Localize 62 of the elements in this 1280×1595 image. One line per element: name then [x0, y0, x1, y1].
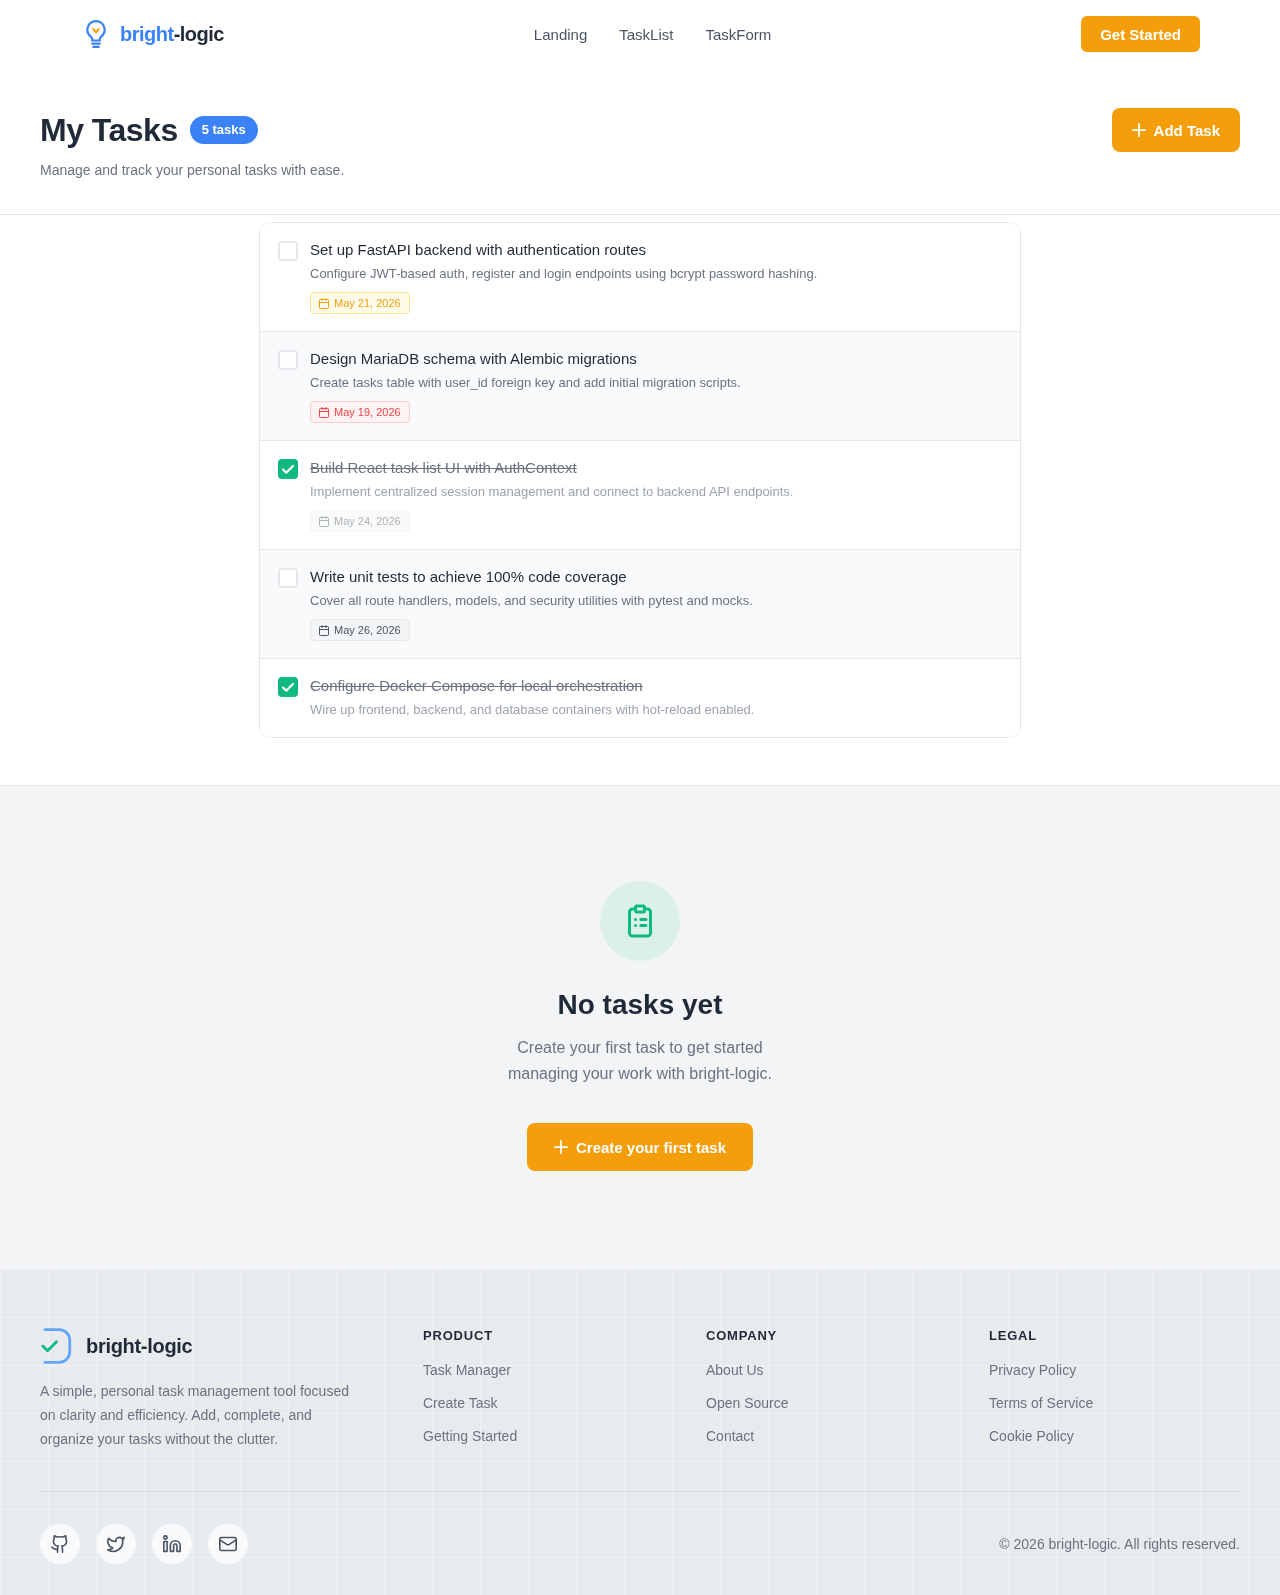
footer-link[interactable]: Cookie Policy [989, 1426, 1074, 1446]
linkedin-icon [163, 1535, 181, 1553]
task-title: Build React task list UI with AuthContext [310, 458, 577, 478]
footer-link[interactable]: Getting Started [423, 1426, 518, 1446]
check-logo-icon [40, 1328, 72, 1364]
clipboard-icon [600, 881, 680, 961]
create-first-task-button[interactable]: Create your first task [526, 1123, 754, 1171]
checkmark-icon [282, 464, 294, 474]
calendar-icon [319, 297, 329, 309]
empty-state-message: Create your first task to get started managing your work with bright-logic. [506, 1038, 774, 1084]
calendar-icon [319, 406, 329, 418]
task-count-badge: 5 tasks [189, 116, 258, 144]
footer-brand-name: bright-logic [86, 1334, 193, 1358]
nav-link[interactable]: TaskList [619, 25, 674, 43]
twitter-icon [107, 1535, 125, 1553]
social-button[interactable] [40, 1524, 80, 1564]
due-date: May 26, 2026 [334, 624, 401, 636]
footer-link[interactable]: Task Manager [423, 1360, 511, 1380]
task-description: Implement centralized session management and connect to backend API endpoints. [310, 483, 794, 501]
task-checkbox[interactable] [278, 677, 298, 697]
social-button[interactable] [208, 1524, 248, 1564]
social-button[interactable] [152, 1524, 192, 1564]
footer-heading: COMPANY [706, 1328, 778, 1344]
footer-link[interactable]: Contact [706, 1426, 755, 1446]
footer-link[interactable]: Privacy Policy [989, 1360, 1077, 1380]
lightbulb-icon [86, 20, 106, 48]
task-description: Cover all route handlers, models, and security utilities with pytest and mocks. [310, 592, 753, 610]
due-date: May 24, 2026 [334, 515, 401, 527]
empty-state-title: No tasks yet [557, 988, 723, 1022]
nav-link[interactable]: Landing [533, 25, 588, 43]
copyright-text: © 2026 bright-logic. All rights reserved. [999, 1536, 1240, 1552]
task-checkbox[interactable] [278, 459, 298, 479]
footer-link[interactable]: Open Source [706, 1393, 789, 1413]
footer-heading: PRODUCT [423, 1328, 493, 1344]
task-description: Configure JWT-based auth, register and login endpoints using bcrypt password hashing. [310, 265, 818, 283]
social-button[interactable] [96, 1524, 136, 1564]
page-title: My Tasks [40, 111, 178, 150]
task-title: Write unit tests to achieve 100% code coverage [310, 567, 627, 587]
footer-description: A simple, personal task management tool focused on clarity and efficiency. Add, complete, and organize your tasks without the clutter. [40, 1382, 350, 1449]
due-date: May 19, 2026 [334, 406, 401, 418]
footer-link[interactable]: Create Task [423, 1393, 498, 1413]
page-subtitle: Manage and track your personal tasks with ease. [40, 161, 345, 180]
due-date: May 21, 2026 [334, 297, 401, 309]
footer-link[interactable]: Terms of Service [989, 1393, 1094, 1413]
get-started-button[interactable]: Get Started [1081, 16, 1200, 52]
nav-link[interactable]: TaskForm [705, 25, 772, 43]
brand-name: bright-logic [120, 22, 224, 46]
plus-icon [553, 1140, 568, 1154]
footer-link[interactable]: About Us [706, 1360, 764, 1380]
plus-icon [1131, 123, 1146, 137]
task-description: Wire up frontend, backend, and database containers with hot-reload enabled. [310, 701, 755, 719]
task-description: Create tasks table with user_id foreign key and add initial migration scripts. [310, 374, 741, 392]
task-title: Configure Docker Compose for local orchestration [310, 676, 643, 696]
add-task-button[interactable]: Add Task [1111, 108, 1240, 152]
calendar-icon [319, 624, 329, 636]
mail-icon [219, 1535, 237, 1553]
checkmark-icon [282, 682, 294, 692]
calendar-icon [319, 515, 329, 527]
task-title: Design MariaDB schema with Alembic migrations [310, 349, 637, 369]
github-icon [51, 1535, 69, 1553]
task-title: Set up FastAPI backend with authentication routes [310, 240, 647, 260]
footer-heading: LEGAL [989, 1328, 1038, 1344]
